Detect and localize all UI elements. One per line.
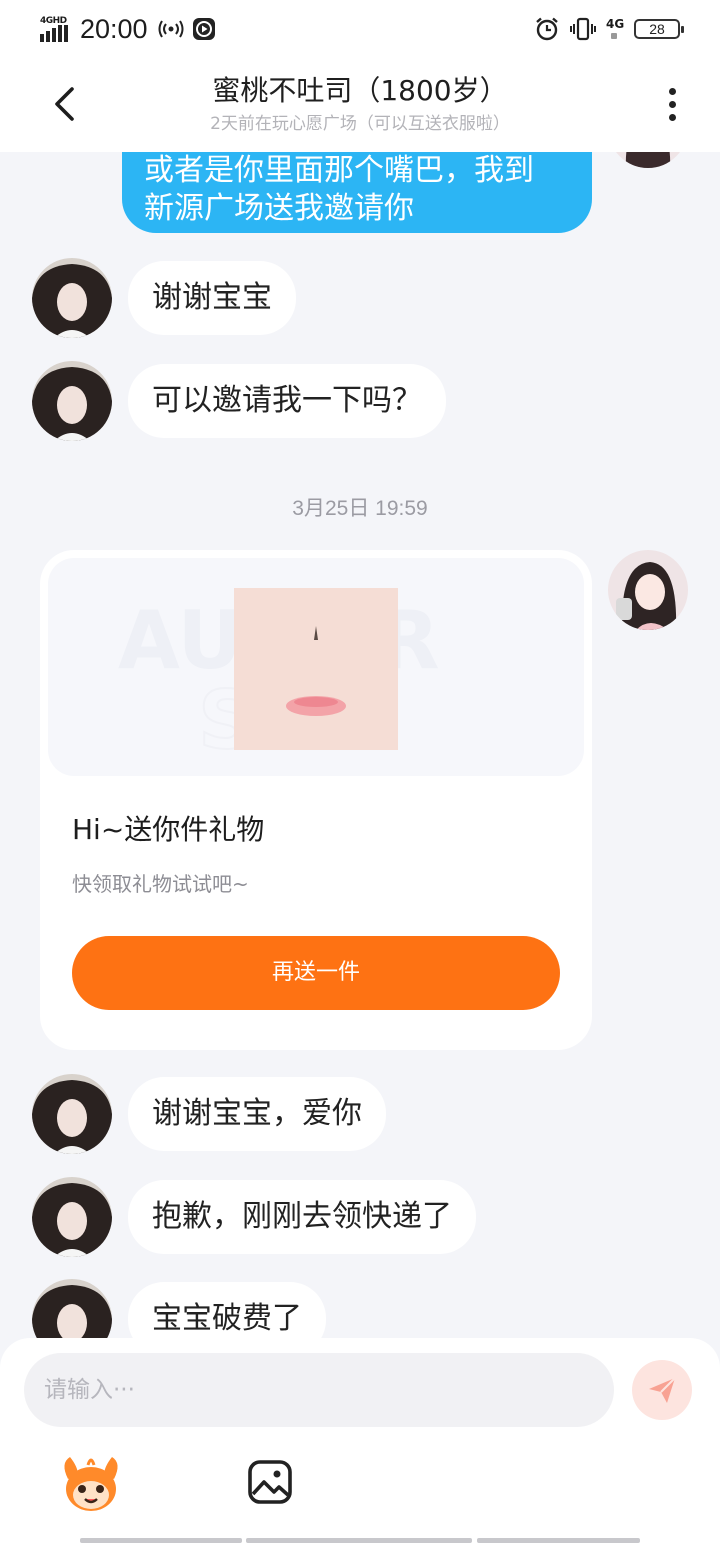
contact-avatar[interactable] [32, 1074, 112, 1154]
contact-avatar[interactable] [32, 1279, 112, 1338]
chat-screen: 4GHD 20:00 4G 28 蜜桃不吐司（1800岁） 2天前在玩心愿广场（… [0, 0, 720, 1544]
status-bar: 4GHD 20:00 4G 28 [0, 0, 720, 56]
image-icon [248, 1460, 292, 1504]
self-avatar[interactable] [608, 550, 688, 630]
message-timestamp: 3月25日 19:59 [292, 497, 428, 520]
outgoing-message-line: 新源广场送我邀请你 [144, 191, 414, 226]
nav-gesture-bar [246, 1538, 472, 1543]
chat-subtitle: 2天前在玩心愿广场（可以互送衣服啦） [210, 114, 510, 134]
message-list[interactable]: 或者是你里面那个嘴巴，我到 新源广场送我邀请你 谢谢宝宝 可以邀请我一下吗？ 3… [0, 152, 720, 1338]
status-time: 20:00 [80, 13, 148, 44]
incoming-message-bubble[interactable]: 谢谢宝宝 [128, 261, 296, 335]
send-another-gift-button[interactable]: 再送一件 [72, 936, 560, 1010]
incoming-message-bubble[interactable]: 可以邀请我一下吗？ [128, 364, 446, 438]
self-avatar[interactable] [608, 152, 688, 168]
mascot-emoji-icon [64, 1457, 118, 1511]
mobile-data-icon: 4G [606, 17, 624, 41]
contact-avatar[interactable] [32, 1177, 112, 1257]
gift-title: Hi~送你件礼物 [72, 813, 265, 846]
send-button[interactable] [632, 1360, 692, 1420]
gift-preview-image [234, 588, 398, 750]
message-row: 宝宝破费了 [32, 1279, 326, 1338]
network-type: 4GHD [40, 16, 67, 26]
incoming-message-bubble[interactable]: 谢谢宝宝，爱你 [128, 1077, 386, 1151]
media-play-icon [192, 17, 216, 41]
chevron-left-icon [55, 87, 74, 121]
signal-icon: 4GHD [40, 16, 72, 42]
nav-gesture-bar [80, 1538, 242, 1543]
message-row: 谢谢宝宝，爱你 [32, 1074, 386, 1154]
vibrate-icon [570, 16, 596, 42]
incoming-message-bubble[interactable]: 抱歉，刚刚去领快递了 [128, 1180, 476, 1254]
outgoing-message-bubble[interactable]: 或者是你里面那个嘴巴，我到 新源广场送我邀请你 [122, 152, 592, 233]
hotspot-icon [158, 18, 184, 40]
mascot-emoji-button[interactable] [60, 1453, 122, 1515]
gift-card[interactable]: AU R S RE Hi~送你件礼物 快领取礼物试试吧~ 再送一件 [40, 550, 592, 1050]
nav-gesture-bar [477, 1538, 640, 1543]
back-button[interactable] [44, 82, 84, 126]
alarm-icon [534, 16, 560, 42]
outgoing-message-line: 或者是你里面那个嘴巴，我到 [144, 153, 534, 188]
message-row: 可以邀请我一下吗？ [32, 361, 446, 441]
network-right-label: 4G [606, 17, 625, 31]
input-bar [0, 1338, 720, 1544]
incoming-message-bubble[interactable]: 宝宝破费了 [128, 1282, 326, 1338]
gift-description: 快领取礼物试试吧~ [72, 872, 249, 896]
image-picker-button[interactable] [246, 1458, 294, 1506]
paper-plane-icon [649, 1377, 676, 1403]
gift-banner: AU R S RE [48, 558, 584, 776]
message-row: 抱歉，刚刚去领快递了 [32, 1177, 476, 1257]
more-options-button[interactable] [652, 82, 692, 126]
contact-avatar[interactable] [32, 258, 112, 338]
message-row: 谢谢宝宝 [32, 258, 296, 338]
chat-header: 蜜桃不吐司（1800岁） 2天前在玩心愿广场（可以互送衣服啦） [0, 56, 720, 152]
battery-icon: 28 [634, 19, 684, 39]
contact-avatar[interactable] [32, 361, 112, 441]
message-input[interactable] [24, 1353, 614, 1427]
more-vertical-icon [668, 87, 676, 95]
chat-title: 蜜桃不吐司（1800岁） [212, 74, 508, 107]
